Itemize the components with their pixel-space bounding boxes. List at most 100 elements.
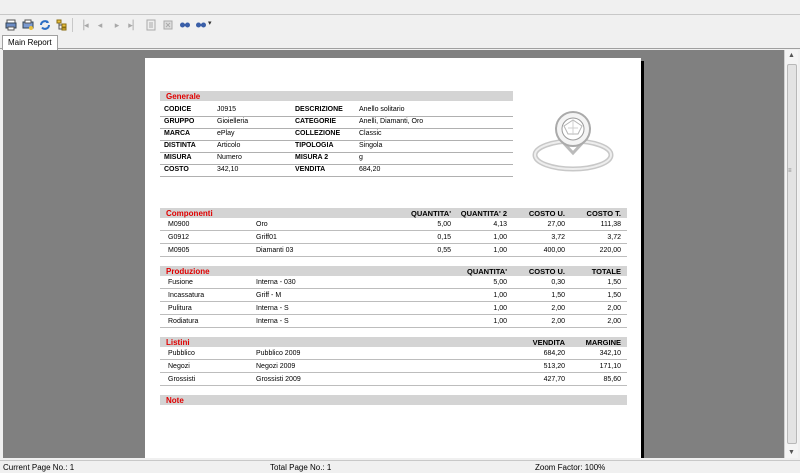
table-cell: Pubblico 2009 bbox=[256, 350, 301, 357]
field-label: TIPOLOGIA bbox=[295, 142, 334, 149]
field-value: Anello solitario bbox=[359, 106, 405, 113]
col-header-margine: MARGINE bbox=[585, 338, 621, 347]
table-cell: 4,13 bbox=[493, 221, 507, 228]
row-divider bbox=[160, 176, 513, 177]
goto-page-icon[interactable] bbox=[144, 18, 158, 32]
table-cell: 1,50 bbox=[551, 292, 565, 299]
table-cell: Interna - 030 bbox=[256, 279, 296, 286]
col-header-totale: TOTALE bbox=[591, 267, 621, 276]
table-cell: Pulitura bbox=[168, 305, 192, 312]
field-value: Gioielleria bbox=[217, 118, 249, 125]
section-header-listini: Listini VENDITA MARGINE bbox=[160, 337, 627, 347]
field-value: 684,20 bbox=[359, 166, 381, 173]
report-viewport: Generale CODICE J0915 DESCRIZIONE Anello so… bbox=[3, 50, 784, 458]
field-label: CATEGORIE bbox=[295, 118, 337, 125]
field-value: Numero bbox=[217, 154, 242, 161]
col-header-quantita: QUANTITA' bbox=[467, 267, 507, 276]
table-cell: Incassatura bbox=[168, 292, 205, 299]
table-cell: M0900 bbox=[168, 221, 190, 228]
scroll-down-icon[interactable]: ▼ bbox=[788, 449, 795, 456]
col-header-quantita-2: QUANTITA' 2 bbox=[460, 209, 507, 218]
section-header-produzione: Produzione QUANTITA' COSTO U. TOTALE bbox=[160, 266, 627, 276]
field-value: ePlay bbox=[217, 130, 235, 137]
field-value: g bbox=[359, 154, 363, 161]
scroll-up-icon[interactable]: ▲ bbox=[788, 52, 795, 59]
table-cell: 1,00 bbox=[493, 318, 507, 325]
section-header-generale: Generale bbox=[160, 91, 513, 101]
col-header-costo-t: COSTO T. bbox=[586, 209, 621, 218]
field-label: GRUPPO bbox=[164, 118, 195, 125]
table-row: Pubblico Pubblico 2009 684,20 342,10 bbox=[160, 348, 627, 360]
last-page-icon[interactable]: ▸▏ bbox=[127, 18, 141, 32]
table-row: M0905 Diamanti 03 0,55 1,00 400,00 220,00 bbox=[160, 245, 627, 257]
field-label: DESCRIZIONE bbox=[295, 106, 343, 113]
tree-icon[interactable] bbox=[55, 18, 69, 32]
table-cell: 0,55 bbox=[437, 247, 451, 254]
field-value: J0915 bbox=[217, 106, 237, 113]
field-label: DISTINTA bbox=[164, 142, 196, 149]
field-label: COLLEZIONE bbox=[295, 130, 341, 137]
table-cell: Grossisti bbox=[168, 376, 196, 383]
col-header-costo-u: COSTO U. bbox=[528, 267, 565, 276]
row-divider bbox=[160, 140, 513, 141]
table-cell: Interna - S bbox=[256, 318, 289, 325]
print-setup-icon[interactable] bbox=[21, 18, 35, 32]
table-cell: Rodiatura bbox=[168, 318, 199, 325]
table-cell: 1,50 bbox=[607, 279, 621, 286]
field-label: MARCA bbox=[164, 130, 191, 137]
prev-page-icon[interactable]: ◂ bbox=[93, 18, 107, 32]
table-cell: 171,10 bbox=[599, 363, 621, 370]
table-row: Negozi Negozi 2009 513,20 171,10 bbox=[160, 361, 627, 373]
row-divider bbox=[160, 116, 513, 117]
stop-icon[interactable] bbox=[161, 18, 175, 32]
table-row: Incassatura Griff - M 1,00 1,50 1,50 bbox=[160, 290, 627, 302]
table-cell: 27,00 bbox=[547, 221, 565, 228]
section-title: Listini bbox=[166, 338, 190, 347]
zoom-status: Zoom Factor: 100% bbox=[535, 463, 606, 472]
field-value: Classic bbox=[359, 130, 382, 137]
table-row: Pulitura Interna - S 1,00 2,00 2,00 bbox=[160, 303, 627, 315]
first-page-icon[interactable]: ▕◂ bbox=[76, 18, 90, 32]
field-label: VENDITA bbox=[295, 166, 326, 173]
print-icon[interactable] bbox=[4, 18, 18, 32]
table-cell: G0912 bbox=[168, 234, 190, 241]
row-divider bbox=[160, 164, 513, 165]
zoom-icon[interactable] bbox=[194, 18, 208, 32]
col-header-vendita: VENDITA bbox=[532, 338, 565, 347]
table-cell: M0905 bbox=[168, 247, 190, 254]
refresh-icon[interactable] bbox=[38, 18, 52, 32]
zoom-dropdown-icon[interactable]: ▾ bbox=[208, 19, 212, 27]
table-cell: 342,10 bbox=[599, 350, 621, 357]
search-icon[interactable] bbox=[178, 18, 192, 32]
section-title: Generale bbox=[166, 92, 201, 101]
field-value: 342,10 bbox=[217, 166, 239, 173]
tab-main-report[interactable]: Main Report bbox=[2, 35, 58, 50]
next-page-icon[interactable]: ▸ bbox=[110, 18, 124, 32]
table-cell: Griff - M bbox=[256, 292, 282, 299]
table-cell: 2,00 bbox=[607, 305, 621, 312]
table-cell: Negozi 2009 bbox=[256, 363, 296, 370]
scroll-thumb[interactable] bbox=[787, 64, 797, 444]
table-cell: 400,00 bbox=[543, 247, 565, 254]
table-row: G0912 Griff01 0,15 1,00 3,72 3,72 bbox=[160, 232, 627, 244]
table-row: Fusione Interna - 030 5,00 0,30 1,50 bbox=[160, 277, 627, 289]
table-cell: Diamanti 03 bbox=[256, 247, 294, 254]
table-cell: Oro bbox=[256, 221, 268, 228]
col-header-costo-u: COSTO U. bbox=[528, 209, 565, 218]
table-cell: 2,00 bbox=[607, 318, 621, 325]
field-value: Articolo bbox=[217, 142, 241, 149]
vertical-scrollbar[interactable]: ▲ ≡ ▼ bbox=[784, 50, 798, 458]
field-label: COSTO bbox=[164, 166, 189, 173]
toolbar: ▕◂ ◂ ▸ ▸▏ ▾ bbox=[0, 14, 800, 34]
table-cell: Pubblico bbox=[168, 350, 195, 357]
table-cell: 3,72 bbox=[607, 234, 621, 241]
current-page-status: Current Page No.: 1 bbox=[3, 463, 75, 472]
row-divider bbox=[160, 128, 513, 129]
table-cell: 427,70 bbox=[543, 376, 565, 383]
table-cell: 513,20 bbox=[543, 363, 565, 370]
section-title: Note bbox=[166, 396, 184, 405]
table-cell: Griff01 bbox=[256, 234, 277, 241]
table-cell: 111,38 bbox=[600, 221, 621, 228]
table-row: M0900 Oro 5,00 4,13 27,00 111,38 bbox=[160, 219, 627, 231]
table-cell: 1,00 bbox=[493, 292, 507, 299]
